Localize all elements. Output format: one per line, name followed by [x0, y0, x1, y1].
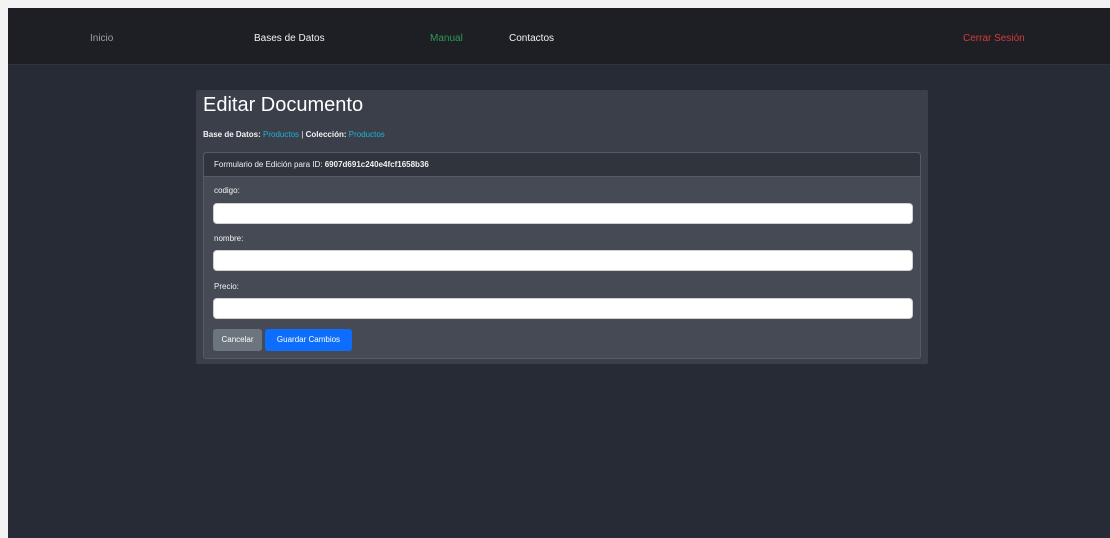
- codigo-input[interactable]: [213, 203, 913, 224]
- collection-label: Colección:: [305, 130, 347, 139]
- nav-link-bases-de-datos[interactable]: Bases de Datos: [254, 33, 325, 45]
- nav-link-manual[interactable]: Manual: [430, 33, 463, 45]
- nav-link-inicio[interactable]: Inicio: [90, 33, 113, 45]
- database-link[interactable]: Productos: [263, 130, 299, 139]
- nombre-label: nombre:: [214, 234, 244, 243]
- breadcrumb-separator: |: [301, 130, 304, 139]
- collection-link[interactable]: Productos: [349, 130, 385, 139]
- precio-label: Precio:: [214, 282, 239, 291]
- logout-link[interactable]: Cerrar Sesión: [963, 33, 1025, 45]
- app-window: Inicio Bases de Datos Manual Contactos C…: [8, 8, 1110, 538]
- page-title: Editar Documento: [203, 94, 364, 116]
- cancel-button[interactable]: Cancelar: [213, 329, 262, 351]
- save-changes-button[interactable]: Guardar Cambios: [265, 329, 352, 351]
- breadcrumb: Base de Datos: Productos | Colección: Pr…: [203, 130, 385, 140]
- nombre-input[interactable]: [213, 250, 913, 271]
- form-header: Formulario de Edición para ID: 6907d691c…: [204, 153, 920, 177]
- form-header-label: Formulario de Edición para ID:: [214, 160, 323, 169]
- codigo-label: codigo:: [214, 186, 240, 195]
- nav-link-contactos[interactable]: Contactos: [509, 33, 554, 45]
- database-label: Base de Datos:: [203, 130, 261, 139]
- precio-input[interactable]: [213, 298, 913, 319]
- top-navbar: Inicio Bases de Datos Manual Contactos C…: [8, 8, 1110, 65]
- edit-document-card: Editar Documento Base de Datos: Producto…: [196, 90, 928, 364]
- edit-form: Formulario de Edición para ID: 6907d691c…: [203, 152, 921, 359]
- document-id: 6907d691c240e4fcf1658b36: [324, 160, 429, 169]
- form-header-text: Formulario de Edición para ID: 6907d691c…: [214, 160, 429, 170]
